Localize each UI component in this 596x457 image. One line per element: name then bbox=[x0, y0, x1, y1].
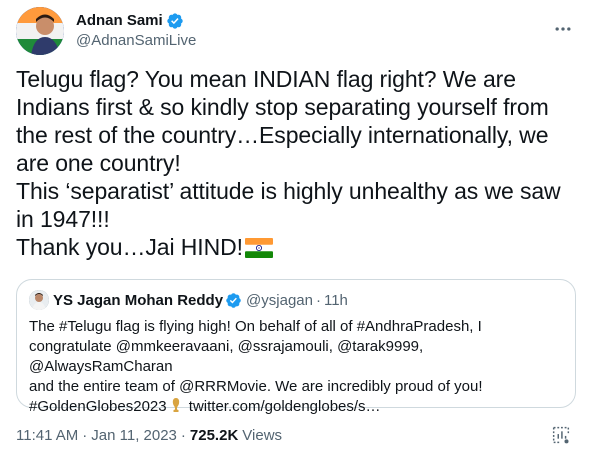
tweet-time[interactable]: 11:41 AM bbox=[16, 427, 78, 444]
trophy-emoji bbox=[169, 397, 183, 413]
tweet-date[interactable]: Jan 11, 2023 bbox=[91, 427, 177, 444]
meta-separator: · bbox=[82, 426, 88, 444]
meta-separator: · bbox=[180, 426, 186, 444]
verified-badge-icon bbox=[166, 12, 184, 30]
views-count: 725.2K bbox=[189, 426, 239, 444]
quoted-text: The #Telugu flag is flying high! On beha… bbox=[29, 317, 563, 417]
more-options-icon[interactable] bbox=[546, 12, 580, 46]
quoted-separator: · bbox=[315, 291, 321, 309]
quoted-time: 11h bbox=[323, 291, 348, 309]
author-names: Adnan Sami @AdnanSamiLive bbox=[76, 11, 196, 51]
author-name[interactable]: Adnan Sami bbox=[76, 11, 163, 31]
quoted-author-handle: @ysjagan bbox=[246, 291, 313, 309]
tweet-text: Telugu flag? You mean INDIAN flag right?… bbox=[16, 65, 576, 264]
tweet-text-content: Telugu flag? You mean INDIAN flag right?… bbox=[16, 66, 561, 260]
tweet-header: Adnan Sami @AdnanSamiLive bbox=[16, 6, 580, 56]
views-label: Views bbox=[242, 426, 283, 444]
quoted-header: YS Jagan Mohan Reddy @ysjagan · 11h bbox=[29, 290, 563, 310]
quoted-author-name: YS Jagan Mohan Reddy bbox=[53, 291, 224, 309]
quoted-link[interactable]: twitter.com/goldenglobes/s… bbox=[189, 398, 381, 415]
verified-badge-icon bbox=[225, 292, 242, 309]
tweet-meta: 11:41 AM · Jan 11, 2023 · 725.2K Views bbox=[16, 424, 282, 446]
author-handle[interactable]: @AdnanSamiLive bbox=[76, 31, 196, 51]
tweet: Adnan Sami @AdnanSamiLive Telugu flag? Y… bbox=[0, 0, 596, 457]
analytics-icon[interactable] bbox=[550, 424, 572, 446]
quoted-tweet[interactable]: YS Jagan Mohan Reddy @ysjagan · 11h The … bbox=[16, 279, 576, 415]
india-flag-emoji bbox=[244, 236, 273, 264]
author-avatar[interactable] bbox=[16, 7, 64, 55]
quoted-avatar[interactable] bbox=[29, 290, 49, 310]
